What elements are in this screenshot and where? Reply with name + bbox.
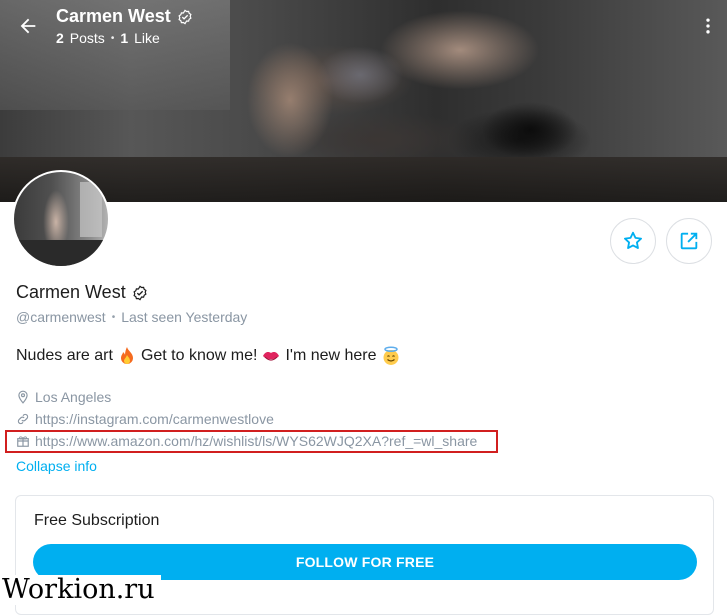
cover-shadow [470,95,590,165]
cover-floor [0,157,727,202]
profile-name: Carmen West [16,282,126,302]
verified-badge-icon [178,8,192,25]
location-line: Los Angeles [16,389,111,405]
header-title: Carmen West [56,6,193,27]
likes-count: 1 [120,30,129,46]
avatar[interactable] [12,170,110,268]
instagram-link[interactable]: https://instagram.com/carmenwestlove [35,411,274,427]
location-text: Los Angeles [35,389,112,405]
profile-handle-row: @carmenwest • Last seen Yesterday [16,309,247,325]
link-icon [17,413,29,425]
header-name: Carmen West [56,6,171,26]
header-stats: 2 Posts • 1 Like [56,30,160,46]
back-button[interactable] [10,8,46,44]
share-icon [680,232,698,250]
share-profile-button[interactable] [666,218,712,264]
wishlist-highlight-box [5,430,498,453]
halo-smile-emoji-icon [381,346,401,366]
map-pin-icon [18,390,28,404]
verified-badge-icon [133,284,147,301]
collapse-info-link[interactable]: Collapse info [16,458,97,474]
instagram-link-line[interactable]: https://instagram.com/carmenwestlove [16,411,274,427]
star-icon [624,231,642,249]
add-to-favorites-button[interactable] [610,218,656,264]
bio-text-1: Nudes are art [16,347,113,364]
last-seen: Last seen Yesterday [121,309,248,325]
separator-dot: • [110,32,115,44]
separator-dot: • [111,311,116,323]
bio-text-2: Get to know me! [140,347,258,364]
posts-label: Posts [69,30,105,46]
posts-count: 2 [56,30,64,46]
likes-label: Like [134,30,160,46]
profile-name-row: Carmen West [16,282,148,303]
bio-text-3: I'm new here [285,347,377,364]
profile-bio: Nudes are art Get to know me! I'm new he… [16,346,401,366]
fire-emoji-icon [117,346,137,366]
watermark: Workion.ru [0,575,161,605]
avatar-window [80,182,102,237]
kiss-mark-emoji-icon [261,346,281,366]
profile-handle: @carmenwest [16,309,106,325]
subscription-title: Free Subscription [34,512,160,529]
more-options-button[interactable] [690,8,726,44]
avatar-floor [14,240,108,266]
more-vertical-icon [706,18,710,34]
arrow-left-icon [20,18,36,34]
